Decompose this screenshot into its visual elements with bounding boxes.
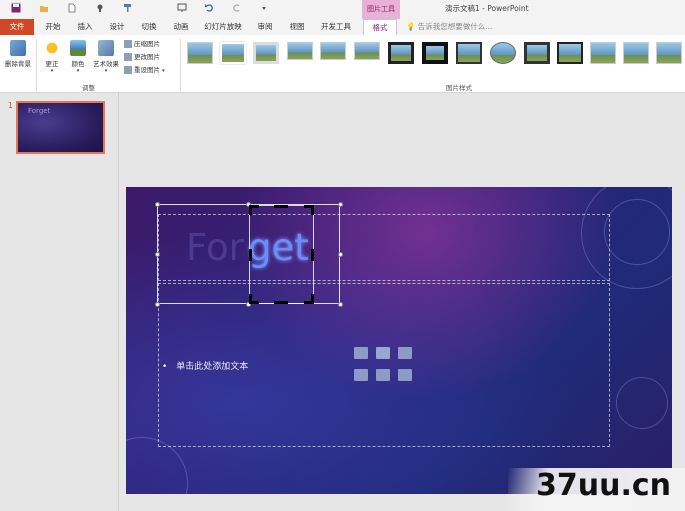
group-label-picture-styles: 图片样式 bbox=[446, 84, 472, 92]
save-icon[interactable] bbox=[10, 3, 22, 15]
slide-thumbnail-text: Forget bbox=[28, 107, 51, 115]
crop-handle[interactable] bbox=[311, 249, 314, 261]
chevron-down-icon: ▾ bbox=[104, 68, 108, 74]
touch-mode-icon[interactable] bbox=[94, 3, 106, 15]
bullet-marker: • bbox=[162, 362, 168, 372]
tell-me-placeholder: 告诉我您想要做什么... bbox=[417, 22, 493, 31]
picture-style-shadow[interactable] bbox=[287, 42, 313, 60]
crop-handle[interactable] bbox=[311, 205, 314, 215]
crop-handle[interactable] bbox=[249, 249, 252, 261]
insert-video-icon[interactable] bbox=[398, 369, 412, 381]
document-title: 演示文稿1 - PowerPoint bbox=[445, 4, 529, 13]
crop-frame[interactable] bbox=[249, 205, 314, 304]
ribbon-separator bbox=[36, 39, 37, 91]
tab-insert[interactable]: 插入 bbox=[72, 19, 98, 35]
placeholder-text: 单击此处添加文本 bbox=[176, 362, 249, 372]
decorative-ring bbox=[616, 377, 668, 429]
content-placeholder-text[interactable]: • 单击此处添加文本 bbox=[162, 359, 248, 372]
tab-slideshow[interactable]: 幻灯片放映 bbox=[200, 19, 246, 35]
resize-handle[interactable] bbox=[338, 302, 343, 307]
picture-style-relaxed[interactable] bbox=[656, 42, 682, 64]
picture-style-perspective[interactable] bbox=[623, 42, 649, 64]
picture-style-center-shadow[interactable] bbox=[557, 42, 583, 64]
insert-picture-icon[interactable] bbox=[354, 369, 368, 381]
color-label: 颜色 bbox=[71, 60, 85, 68]
watermark-text: 37uu.cn bbox=[536, 468, 671, 503]
crop-handle[interactable] bbox=[311, 294, 314, 304]
slide-thumbnail-panel bbox=[0, 93, 119, 511]
compress-pictures-label: 压缩图片 bbox=[134, 40, 160, 48]
chevron-down-icon: ▾ bbox=[162, 68, 165, 74]
lightbulb-icon: 💡 bbox=[406, 22, 416, 31]
resize-handle[interactable] bbox=[338, 202, 343, 207]
picture-style-rounded[interactable] bbox=[590, 42, 616, 64]
chevron-down-icon: ▾ bbox=[76, 68, 80, 74]
corrections-button[interactable]: 更正 ▾ bbox=[40, 40, 64, 74]
reset-picture-icon bbox=[124, 66, 132, 74]
customize-icon[interactable] bbox=[258, 3, 270, 15]
contextual-tab-group-label: 图片工具 bbox=[362, 0, 400, 19]
remove-background-icon bbox=[10, 40, 26, 56]
compress-icon bbox=[124, 40, 132, 48]
picture-style-white-frame[interactable] bbox=[220, 42, 246, 64]
crop-handle[interactable] bbox=[274, 205, 288, 208]
picture-style-soft-edge[interactable] bbox=[354, 42, 380, 60]
picture-style-oval[interactable] bbox=[490, 42, 516, 64]
resize-handle[interactable] bbox=[338, 252, 343, 257]
tab-format[interactable]: 格式 bbox=[363, 19, 397, 35]
group-label-adjust: 调整 bbox=[82, 84, 95, 92]
reset-picture-button[interactable]: 重设图片 ▾ bbox=[124, 65, 165, 76]
tab-developer[interactable]: 开发工具 bbox=[316, 19, 356, 35]
resize-handle[interactable] bbox=[155, 202, 160, 207]
picture-color-icon bbox=[70, 40, 86, 56]
change-picture-label: 更改图片 bbox=[134, 53, 160, 61]
compress-pictures-button[interactable]: 压缩图片 bbox=[124, 39, 160, 50]
picture-style-thick-matte[interactable] bbox=[253, 42, 279, 64]
color-button[interactable]: 颜色 ▾ bbox=[66, 40, 90, 74]
resize-handle[interactable] bbox=[155, 252, 160, 257]
tell-me-search[interactable]: 💡 告诉我您想要做什么... bbox=[406, 19, 492, 35]
tab-transitions[interactable]: 切换 bbox=[136, 19, 162, 35]
picture-style-simple-black[interactable] bbox=[456, 42, 482, 64]
chevron-down-icon: ▾ bbox=[50, 68, 54, 74]
open-icon[interactable] bbox=[38, 3, 50, 15]
artistic-effects-label: 艺术效果 bbox=[93, 60, 119, 68]
picture-style-thick-black[interactable] bbox=[422, 42, 448, 64]
remove-background-button[interactable]: 删除背景 bbox=[2, 40, 34, 68]
tab-view[interactable]: 视图 bbox=[284, 19, 310, 35]
sun-icon bbox=[44, 40, 60, 56]
picture-style-reflected[interactable] bbox=[320, 42, 346, 60]
picture-style-simple-frame[interactable] bbox=[187, 42, 213, 64]
tab-animations[interactable]: 动画 bbox=[168, 19, 194, 35]
remove-background-label: 删除背景 bbox=[5, 60, 31, 68]
tab-file[interactable]: 文件 bbox=[0, 19, 34, 35]
insert-table-icon[interactable] bbox=[354, 347, 368, 359]
artistic-effects-icon bbox=[98, 40, 114, 56]
new-icon[interactable] bbox=[66, 3, 78, 15]
insert-online-picture-icon[interactable] bbox=[376, 369, 390, 381]
insert-chart-icon[interactable] bbox=[376, 347, 390, 359]
change-picture-button[interactable]: 更改图片 bbox=[124, 52, 160, 63]
crop-handle[interactable] bbox=[274, 301, 288, 304]
insert-smartart-icon[interactable] bbox=[398, 347, 412, 359]
format-painter-icon[interactable] bbox=[122, 3, 134, 15]
tab-design[interactable]: 设计 bbox=[104, 19, 130, 35]
reset-picture-label: 重设图片 bbox=[134, 66, 160, 74]
artistic-effects-button[interactable]: 艺术效果 ▾ bbox=[91, 40, 121, 74]
tab-home[interactable]: 开始 bbox=[40, 19, 66, 35]
crop-handle[interactable] bbox=[249, 205, 252, 215]
undo-icon[interactable] bbox=[203, 3, 215, 15]
change-picture-icon bbox=[124, 53, 132, 61]
decorative-ring bbox=[604, 199, 670, 265]
resize-handle[interactable] bbox=[155, 302, 160, 307]
redo-icon[interactable] bbox=[231, 3, 243, 15]
picture-style-metal-frame[interactable] bbox=[524, 42, 550, 64]
slide-number: 1 bbox=[8, 101, 13, 110]
picture-style-black-frame[interactable] bbox=[388, 42, 414, 64]
crop-handle[interactable] bbox=[249, 294, 252, 304]
corrections-label: 更正 bbox=[45, 60, 59, 68]
present-icon[interactable] bbox=[176, 3, 188, 15]
ribbon-separator bbox=[180, 39, 181, 91]
tab-review[interactable]: 审阅 bbox=[252, 19, 278, 35]
